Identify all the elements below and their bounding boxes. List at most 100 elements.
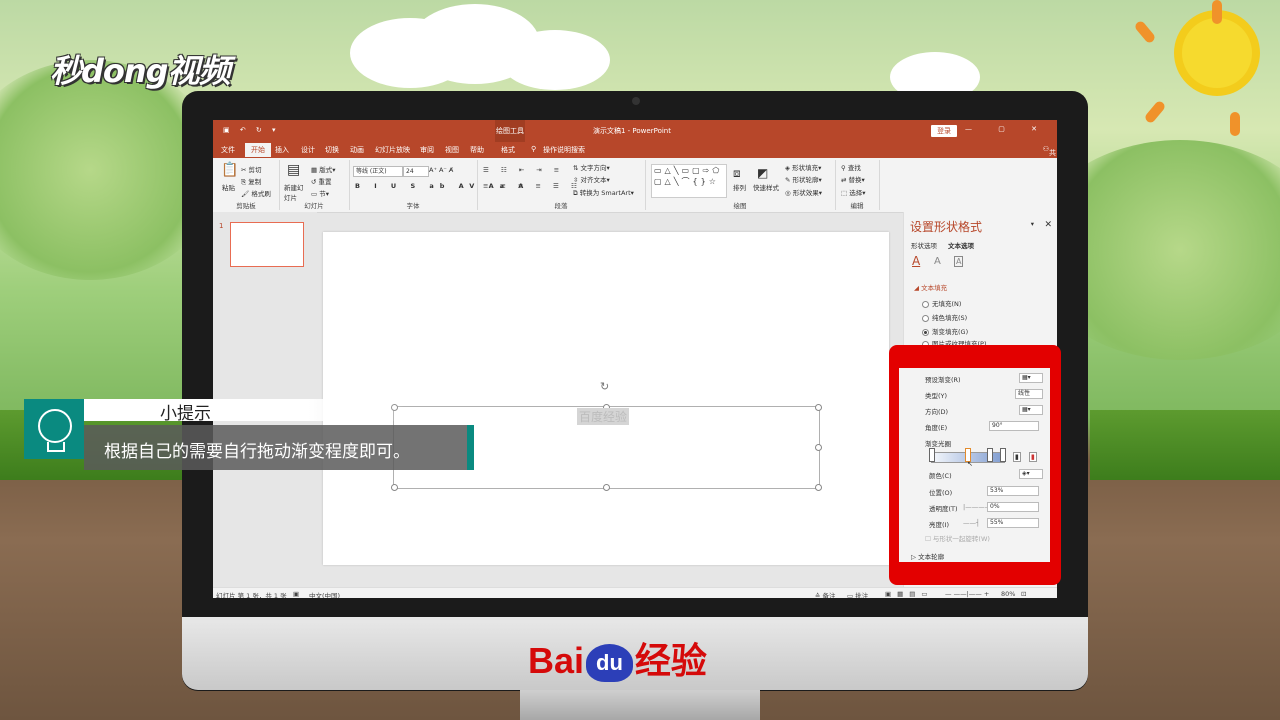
select-button[interactable]: ⬚ 选择▾ [841, 187, 865, 197]
text-fill-outline-icon[interactable]: A [912, 254, 920, 268]
brightness-label: 亮度(I) [929, 521, 949, 529]
section-button[interactable]: ▭ 节▾ [311, 188, 329, 198]
transparency-input[interactable]: 0% [987, 502, 1039, 512]
shape-outline-label: 形状轮廓 [792, 176, 819, 184]
radio-gradient-fill[interactable]: 渐变填充(G) [922, 326, 968, 336]
section-text-outline[interactable]: ▷ 文本轮廓 [911, 551, 944, 561]
window-title: 演示文稿1 - PowerPoint [593, 127, 671, 135]
tell-me-search[interactable]: 操作说明搜索 [543, 145, 585, 155]
language[interactable]: 中文(中国) [309, 590, 340, 598]
font-size-select[interactable]: 24 [403, 166, 429, 177]
shape-effects-button[interactable]: ◎ 形状效果▾ [785, 187, 822, 197]
search-icon[interactable]: ⚲ [531, 145, 536, 153]
quick-access-toolbar[interactable]: ▣ ↶ ↻ ▾ [223, 126, 280, 134]
color-label: 颜色(C) [929, 472, 952, 480]
layout-button[interactable]: ▦ 版式▾ [311, 164, 335, 174]
angle-input[interactable]: 90° [989, 421, 1039, 431]
arrange-button[interactable]: 排列 [733, 182, 746, 192]
new-slide-icon[interactable]: ▤ [287, 162, 300, 178]
notes-button[interactable]: ≙ 备注 [815, 590, 836, 598]
quick-styles-button[interactable]: 快速样式 [753, 182, 779, 192]
section-label: 节 [319, 190, 326, 198]
list-buttons[interactable]: ☰ ☷ ⇤ ⇥ ≡ [483, 166, 564, 174]
rotate-with-shape-checkbox[interactable]: ☐ 与形状一起旋转(W) [925, 533, 990, 543]
find-button[interactable]: ⚲ 查找 [841, 162, 861, 172]
share-button[interactable]: ⚇ 共享 [1043, 145, 1056, 167]
tab-slideshow[interactable]: 幻灯片放映 [375, 145, 410, 155]
text-effects-icon[interactable]: A [934, 256, 941, 267]
tab-text-options[interactable]: 文本选项 [948, 240, 974, 250]
view-buttons[interactable]: ▣▦▤▭ [885, 590, 934, 598]
resize-handle[interactable] [391, 484, 398, 491]
align-buttons[interactable]: ≡ ≡ ≡ ≡ ☰ ☷ [483, 182, 582, 190]
gradient-stop-handle[interactable] [987, 448, 993, 462]
shape-fill-button[interactable]: ◈ 形状填充▾ [785, 162, 821, 172]
position-input[interactable]: 53% [987, 486, 1039, 496]
zoom-slider[interactable]: — ——|—— + [945, 590, 989, 598]
shapes-gallery[interactable]: ▭△╲▭▢⇨⬠ ▢△╲⌒{}☆ [651, 164, 727, 198]
new-slide-button[interactable]: 新建幻灯片 [284, 182, 308, 202]
cut-button[interactable]: ✂ 剪切 [241, 164, 262, 174]
textbox-text[interactable]: 百度经验 [577, 408, 630, 425]
slide-number: 1 [219, 222, 224, 230]
group-slides: ▤ 新建幻灯片 ▦ 版式▾ ↺ 重置 ▭ 节▾ 幻灯片 [279, 160, 350, 210]
resize-handle[interactable] [815, 484, 822, 491]
zoom-level[interactable]: 80% [1001, 590, 1015, 598]
close-icon[interactable]: ✕ [1044, 220, 1052, 230]
direction-dropdown[interactable]: ▦▾ [1019, 405, 1043, 415]
tab-transitions[interactable]: 切换 [325, 145, 339, 155]
type-dropdown[interactable]: 线性 [1015, 389, 1043, 399]
tab-insert[interactable]: 插入 [275, 145, 289, 155]
add-stop-icon[interactable]: ▮ [1013, 452, 1021, 462]
resize-handle[interactable] [815, 404, 822, 411]
align-text-button[interactable]: ⇳ 对齐文本▾ [573, 174, 610, 184]
radio-no-fill[interactable]: 无填充(N) [922, 298, 961, 308]
format-painter-button[interactable]: 🖌 格式刷 [241, 188, 271, 198]
gradient-stop-handle[interactable] [1000, 448, 1006, 462]
font-name-select[interactable]: 等线 (正文) [353, 166, 403, 177]
font-grow-icon[interactable]: A⁺ A⁻ A̸ [429, 166, 453, 174]
reset-button[interactable]: ↺ 重置 [311, 176, 332, 186]
resize-handle[interactable] [815, 444, 822, 451]
window-controls[interactable]: ▭ — ▢ ✕ [932, 125, 1049, 133]
paste-icon[interactable]: 📋 [221, 162, 238, 178]
resize-handle[interactable] [603, 484, 610, 491]
rotate-handle-icon[interactable]: ↻ [600, 380, 609, 393]
section-text-fill[interactable]: ◢ 文本填充 [914, 282, 947, 292]
tab-format[interactable]: 格式 [501, 145, 515, 155]
spellcheck-icon[interactable]: ▣ [293, 590, 299, 598]
gradient-stop-handle[interactable] [929, 448, 935, 462]
pane-options-icon[interactable]: ▾ [1031, 220, 1034, 228]
preset-gradient-dropdown[interactable]: ▦▾ [1019, 373, 1043, 383]
remove-stop-icon[interactable]: ▮ [1029, 452, 1037, 462]
color-picker[interactable]: ◈▾ [1019, 469, 1043, 479]
transparency-label: 透明度(T) [929, 505, 958, 513]
arrange-icon[interactable]: ⧈ [733, 166, 741, 181]
radio-solid-fill[interactable]: 纯色填充(S) [922, 312, 967, 322]
smartart-button[interactable]: ⧉ 转换为 SmartArt▾ [573, 187, 634, 198]
tab-design[interactable]: 设计 [301, 145, 315, 155]
lightbulb-icon [24, 399, 84, 459]
baidu-logo-text: 经验 [634, 640, 707, 681]
slide-canvas[interactable] [323, 232, 889, 565]
textbox-icon[interactable]: A [954, 256, 964, 267]
group-label: 幻灯片 [304, 202, 324, 210]
tab-help[interactable]: 帮助 [470, 145, 484, 155]
tab-shape-options[interactable]: 形状选项 [911, 240, 937, 250]
paste-button[interactable]: 粘贴 [222, 182, 235, 192]
shape-outline-button[interactable]: ✎ 形状轮廓▾ [785, 174, 822, 184]
text-direction-button[interactable]: ⇅ 文字方向▾ [573, 162, 610, 172]
tab-home[interactable]: 开始 [245, 143, 271, 157]
slide-thumbnail[interactable] [230, 222, 304, 267]
brightness-input[interactable]: 55% [987, 518, 1039, 528]
tab-file[interactable]: 文件 [221, 145, 235, 155]
tab-view[interactable]: 视图 [445, 145, 459, 155]
replace-button[interactable]: ⇄ 替换▾ [841, 174, 865, 184]
comments-button[interactable]: ▭ 批注 [847, 590, 868, 598]
tab-animations[interactable]: 动画 [350, 145, 364, 155]
copy-button[interactable]: ⎘ 复制 [241, 176, 261, 187]
tab-review[interactable]: 审阅 [420, 145, 434, 155]
brightness-slider[interactable]: ——┤ [963, 519, 980, 527]
quick-styles-icon[interactable]: ◩ [757, 166, 768, 180]
fit-to-window-icon[interactable]: ⊡ [1021, 590, 1026, 598]
